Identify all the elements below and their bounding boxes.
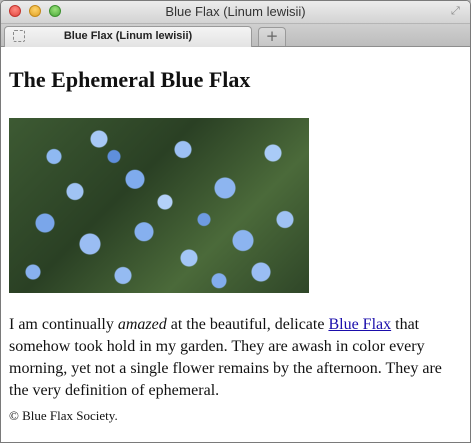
para-text-2: at the beautiful, delicate <box>166 316 329 333</box>
blue-flax-link[interactable]: Blue Flax <box>328 316 391 333</box>
intro-paragraph: I am continually amazed at the beautiful… <box>9 314 461 402</box>
fullscreen-icon[interactable]: ⤢ <box>451 5 462 16</box>
tab-label: Blue Flax (Linum lewisii) <box>63 30 193 42</box>
new-tab-button[interactable]: + <box>258 27 286 46</box>
para-text-1: I am continually <box>9 316 118 333</box>
footer-copyright: © Blue Flax Society. <box>9 408 118 423</box>
browser-window: Blue Flax (Linum lewisii) ⤢ Blue Flax (L… <box>0 0 471 443</box>
tab-active[interactable]: Blue Flax (Linum lewisii) <box>4 26 252 47</box>
blue-flax-photo <box>9 118 309 293</box>
para-emphasis: amazed <box>117 316 167 333</box>
page-content: The Ephemeral Blue Flax I am continually… <box>1 47 470 442</box>
page-heading: The Ephemeral Blue Flax <box>9 67 251 92</box>
title-bar[interactable]: Blue Flax (Linum lewisii) ⤢ <box>1 1 470 24</box>
window-title: Blue Flax (Linum lewisii) <box>165 4 306 19</box>
tab-bar: Blue Flax (Linum lewisii) + <box>1 24 470 47</box>
